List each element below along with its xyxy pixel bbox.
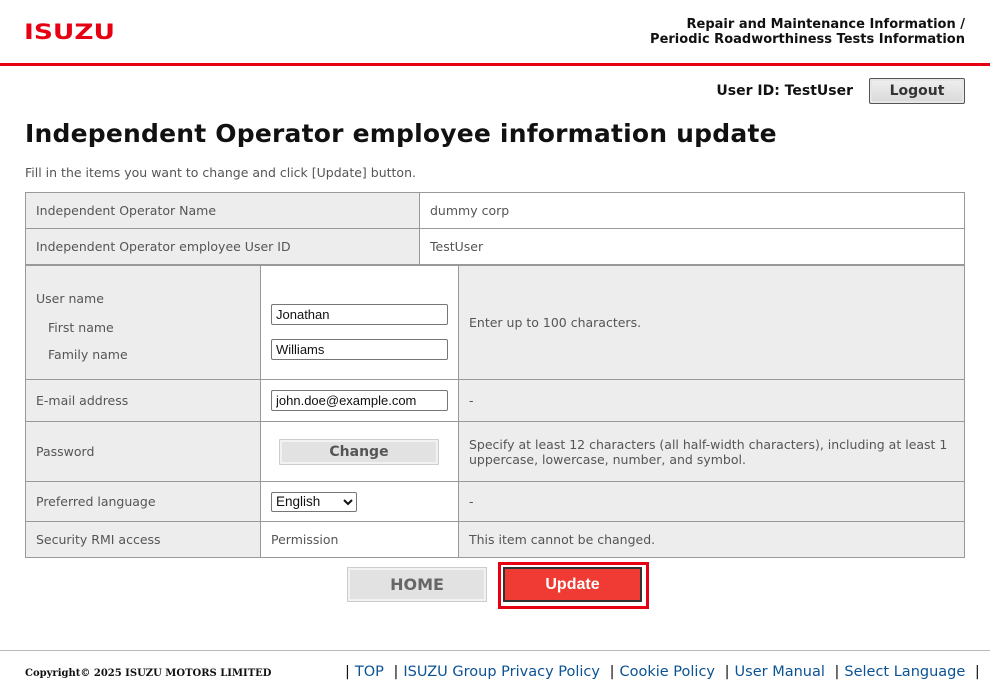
page-title: Independent Operator employee informatio… [25, 119, 777, 148]
table-row: Independent Operator Name dummy corp [25, 192, 965, 229]
change-password-button[interactable]: Change [279, 438, 439, 465]
footer-separator: | [393, 664, 399, 680]
user-bar: User ID: TestUser Logout [716, 78, 965, 104]
table-row: E-mail address - [25, 379, 965, 422]
operator-name-value: dummy corp [419, 192, 965, 229]
footer-links: | TOP | ISUZU Group Privacy Policy | Cookie… [340, 664, 985, 680]
footer-link-user-manual[interactable]: User Manual [735, 664, 825, 680]
update-button[interactable]: Update [503, 567, 642, 602]
logout-button[interactable]: Logout [869, 78, 965, 104]
email-input-cell [260, 379, 459, 422]
update-button-highlight: Update [498, 562, 649, 609]
footer-separator: | [609, 664, 615, 680]
user-name-note: Enter up to 100 characters. [458, 265, 965, 380]
table-row: Password Change Specify at least 12 char… [25, 421, 965, 482]
footer-link-select-language[interactable]: Select Language [844, 664, 965, 680]
rmi-access-value: Permission [260, 521, 459, 558]
user-name-label: User name [36, 291, 104, 306]
copyright-text: Copyright© 2025 ISUZU MOTORS LIMITED [25, 668, 272, 679]
rmi-access-label: Security RMI access [25, 521, 261, 558]
user-id-label: User ID: TestUser [716, 83, 853, 99]
header-title-line1: Repair and Maintenance Information / [686, 17, 965, 32]
instruction-text: Fill in the items you want to change and… [25, 165, 416, 180]
user-name-input-cell [260, 265, 459, 380]
language-note: - [458, 481, 965, 522]
operator-name-label: Independent Operator Name [25, 192, 420, 229]
email-label: E-mail address [25, 379, 261, 422]
employee-user-id-value: TestUser [419, 228, 965, 265]
employee-form-table: User name First name Family name Enter u… [25, 265, 965, 558]
footer-separator: | [834, 664, 840, 680]
password-button-cell: Change [260, 421, 459, 482]
table-row: Security RMI access Permission This item… [25, 521, 965, 558]
first-name-label: First name [48, 320, 114, 335]
first-name-input[interactable] [271, 303, 448, 325]
user-name-label-cell: User name First name Family name [25, 265, 261, 380]
footer-link-top[interactable]: TOP [355, 664, 384, 680]
employee-user-id-label: Independent Operator employee User ID [25, 228, 420, 265]
header-title-line2: Periodic Roadworthiness Tests Informatio… [650, 32, 965, 47]
footer-link-privacy-policy[interactable]: ISUZU Group Privacy Policy [403, 664, 600, 680]
table-row: Preferred language English - [25, 481, 965, 522]
site-header: ISUZU Repair and Maintenance Information… [0, 0, 990, 66]
family-name-input[interactable] [271, 338, 448, 360]
language-label: Preferred language [25, 481, 261, 522]
email-input[interactable] [271, 390, 448, 411]
table-row: User name First name Family name Enter u… [25, 265, 965, 380]
language-select-cell: English [260, 481, 459, 522]
password-note: Specify at least 12 characters (all half… [458, 421, 965, 482]
logo-text: ISUZU [24, 20, 115, 42]
footer-divider [0, 650, 990, 651]
footer-separator: | [345, 664, 350, 680]
email-note: - [458, 379, 965, 422]
isuzu-logo[interactable]: ISUZU [24, 20, 116, 42]
footer-separator: | [974, 664, 980, 680]
operator-info-table: Independent Operator Name dummy corp Ind… [25, 192, 965, 265]
password-label: Password [25, 421, 261, 482]
table-row: Independent Operator employee User ID Te… [25, 228, 965, 265]
home-button[interactable]: HOME [347, 567, 487, 602]
footer-link-cookie-policy[interactable]: Cookie Policy [619, 664, 715, 680]
header-title: Repair and Maintenance Information / Per… [650, 17, 965, 47]
rmi-access-note: This item cannot be changed. [458, 521, 965, 558]
family-name-label: Family name [48, 347, 128, 362]
footer-separator: | [724, 664, 730, 680]
language-select[interactable]: English [271, 491, 357, 512]
